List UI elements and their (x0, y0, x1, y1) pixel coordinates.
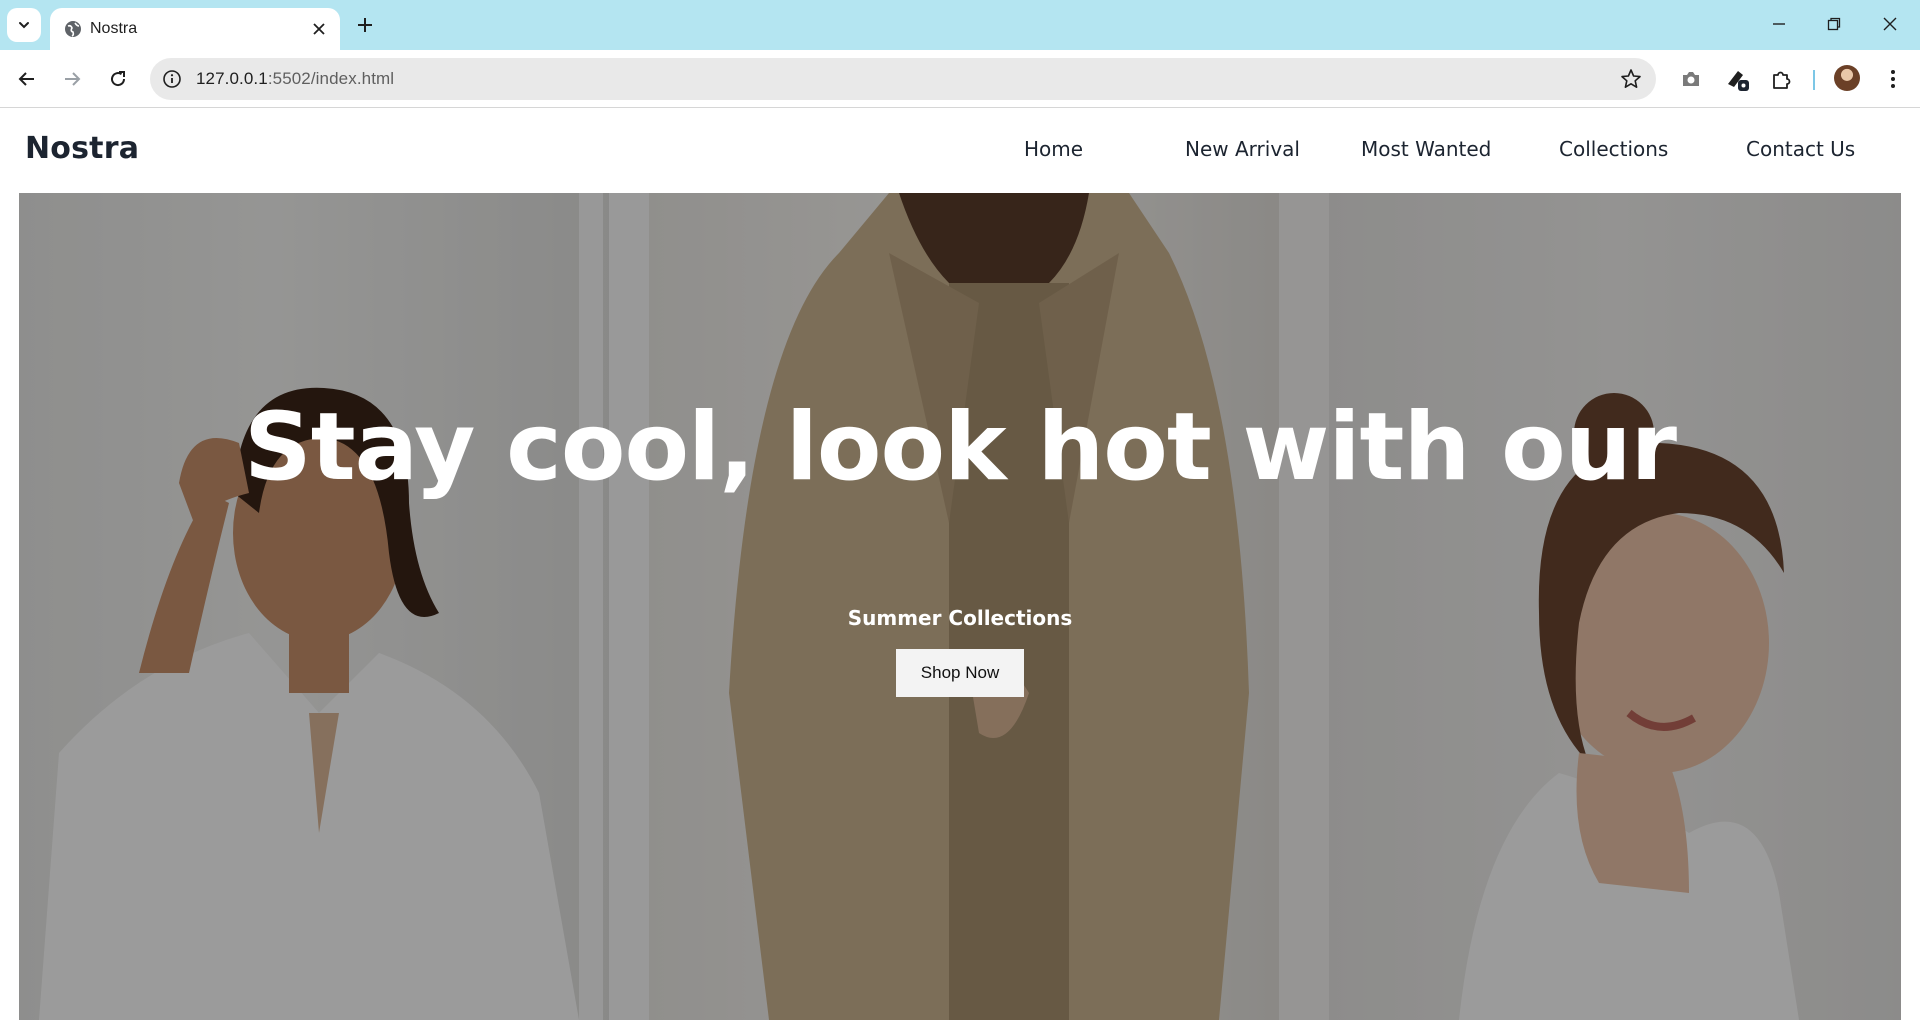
tab-close-button[interactable] (308, 18, 330, 40)
nav-link-new-arrival[interactable]: New Arrival (1185, 137, 1300, 161)
restore-button[interactable] (1814, 8, 1854, 40)
site-header: Nostra Home New Arrival Most Wanted Coll… (0, 109, 1920, 193)
url-path: :5502/index.html (267, 69, 395, 88)
close-icon (313, 23, 325, 35)
arrow-right-icon (65, 72, 81, 86)
browser-tab[interactable]: Nostra (50, 8, 340, 50)
profile-avatar[interactable] (1834, 65, 1860, 91)
nav-link-contact-us[interactable]: Contact Us (1746, 137, 1855, 161)
nav-link-most-wanted[interactable]: Most Wanted (1361, 137, 1491, 161)
hero-banner: Stay cool, look hot with our Summer Coll… (19, 193, 1901, 1020)
window-close-button[interactable] (1870, 8, 1910, 40)
menu-button[interactable] (1878, 64, 1908, 94)
camera-icon-glyph (1683, 72, 1699, 86)
tab-search-button[interactable] (7, 8, 41, 42)
address-bar[interactable]: 127.0.0.1:5502/index.html (150, 58, 1656, 100)
chevron-down-icon (19, 22, 29, 29)
url-text: 127.0.0.1:5502/index.html (196, 69, 394, 89)
minimize-button[interactable] (1759, 8, 1799, 40)
back-button[interactable] (12, 64, 42, 94)
web-page: Nostra Home New Arrival Most Wanted Coll… (0, 109, 1920, 1020)
star-icon[interactable] (1620, 68, 1642, 90)
forward-button[interactable] (57, 64, 87, 94)
toolbar-divider (1813, 70, 1815, 90)
arrow-left-icon (18, 72, 34, 86)
nav-link-home[interactable]: Home (1024, 137, 1083, 161)
browser-tabstrip: Nostra (0, 0, 1920, 50)
hero-subheading: Summer Collections (847, 606, 1073, 630)
info-icon[interactable] (162, 69, 182, 89)
tab-title: Nostra (90, 20, 138, 37)
site-logo[interactable]: Nostra (25, 131, 139, 166)
minimize-icon (1773, 23, 1785, 25)
extension-app-icon[interactable] (1723, 64, 1753, 94)
more-vert-icon (1891, 70, 1895, 88)
shop-now-button[interactable]: Shop Now (896, 649, 1024, 697)
hero-heading: Stay cool, look hot with our (244, 393, 1677, 502)
plus-icon (358, 18, 372, 32)
puzzle-icon (1773, 71, 1791, 89)
camera-icon[interactable] (1676, 64, 1706, 94)
close-icon (1883, 17, 1897, 31)
pen-badge-icon (1728, 71, 1749, 91)
restore-icon (1827, 17, 1841, 31)
browser-toolbar: 127.0.0.1:5502/index.html (0, 50, 1920, 108)
url-host: 127.0.0.1 (196, 69, 268, 88)
reload-button[interactable] (103, 64, 133, 94)
globe-icon (65, 21, 81, 37)
reload-icon (111, 71, 126, 87)
extensions-button[interactable] (1767, 64, 1797, 94)
nav-link-collections[interactable]: Collections (1559, 137, 1668, 161)
new-tab-button[interactable] (352, 12, 378, 38)
